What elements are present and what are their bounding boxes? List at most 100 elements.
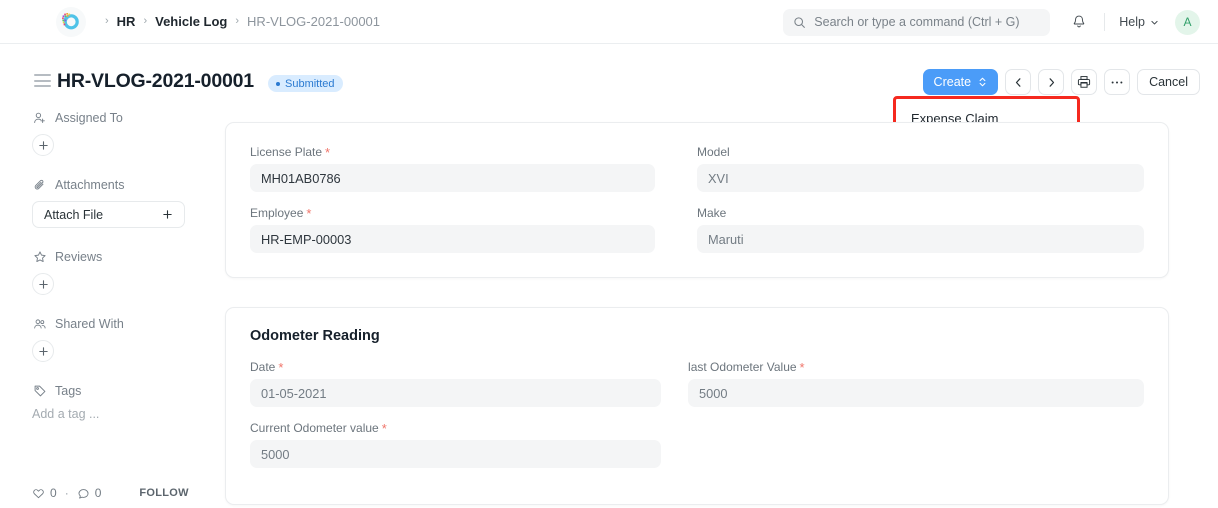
sidebar-label-tags: Tags [55, 383, 82, 398]
comment-count: 0 [94, 486, 102, 500]
add-share-button[interactable] [32, 340, 54, 362]
search-icon [793, 16, 806, 29]
like-count: 0 [50, 486, 57, 500]
heart-icon[interactable] [32, 487, 45, 500]
license-plate-input[interactable]: MH01AB0786 [250, 164, 655, 192]
prev-document-button[interactable] [1005, 69, 1032, 95]
frappe-logo[interactable] [56, 6, 86, 37]
field-grid: License Plate * MH01AB0786 Employee * HR… [250, 145, 1144, 267]
add-review-button[interactable] [32, 273, 54, 295]
cancel-button[interactable]: Cancel [1137, 69, 1200, 95]
plus-icon [162, 209, 173, 220]
footer-separator: · [64, 486, 69, 500]
label-text: Date [250, 360, 276, 374]
action-buttons: Create Cancel [922, 69, 1200, 95]
field-column-left: Date * 01-05-2021 Current Odometer value… [250, 360, 688, 482]
field-column-right: last Odometer Value * 5000 [688, 360, 1144, 482]
label-text: License Plate [250, 145, 323, 159]
sidebar: Assigned To Attachments Attach File Revi… [0, 110, 212, 500]
make-input[interactable]: Maruti [697, 225, 1144, 253]
page-title: HR-VLOG-2021-00001 [57, 70, 254, 92]
field-model: Model XVI [697, 145, 1144, 192]
form-area: License Plate * MH01AB0786 Employee * HR… [225, 122, 1169, 505]
field-make: Make Maruti [697, 206, 1144, 253]
field-label: Model [697, 145, 1144, 159]
print-button[interactable] [1071, 69, 1098, 95]
model-input[interactable]: XVI [697, 164, 1144, 192]
breadcrumb: › HR › Vehicle Log › HR-VLOG-2021-00001 [97, 14, 380, 29]
sidebar-section-attachments: Attachments Attach File [0, 177, 212, 228]
field-column-left: License Plate * MH01AB0786 Employee * HR… [250, 145, 697, 267]
sidebar-heading: Shared With [32, 316, 212, 331]
last-odometer-value-input[interactable]: 5000 [688, 379, 1144, 407]
label-text: last Odometer Value [688, 360, 797, 374]
add-assignment-button[interactable] [32, 134, 54, 156]
status-dot [276, 81, 280, 86]
shared-users-icon [32, 316, 47, 331]
required-asterisk: * [306, 205, 312, 221]
bell-icon[interactable] [1068, 11, 1090, 33]
follow-button[interactable]: FOLLOW [139, 487, 188, 499]
field-employee: Employee * HR-EMP-00003 [250, 206, 655, 253]
navbar-right: Search or type a command (Ctrl + G) Help… [783, 0, 1218, 44]
star-icon [32, 249, 47, 264]
add-tag-input[interactable]: Add a tag ... [32, 407, 212, 421]
sidebar-section-tags: Tags Add a tag ... [0, 383, 212, 422]
status-label: Submitted [285, 77, 335, 90]
attach-file-label: Attach File [44, 207, 104, 222]
breadcrumb-item-hr[interactable]: HR [117, 14, 136, 29]
employee-input[interactable]: HR-EMP-00003 [250, 225, 655, 253]
breadcrumb-separator: › [143, 15, 148, 27]
navbar-left: › HR › Vehicle Log › HR-VLOG-2021-00001 [0, 6, 380, 37]
field-grid: Date * 01-05-2021 Current Odometer value… [250, 360, 1144, 482]
printer-icon [1077, 75, 1091, 89]
field-current-odometer-value: Current Odometer value * 5000 [250, 420, 662, 468]
field-label: Date * [250, 360, 661, 374]
sidebar-heading: Tags [32, 383, 212, 398]
comment-icon[interactable] [77, 487, 90, 500]
attach-file-button[interactable]: Attach File [32, 201, 185, 228]
create-button[interactable]: Create [922, 69, 999, 95]
avatar[interactable]: A [1175, 9, 1200, 35]
select-chevron-icon [978, 76, 987, 88]
help-menu[interactable]: Help [1119, 15, 1159, 29]
required-asterisk: * [278, 359, 284, 375]
sidebar-label-shared-with: Shared With [55, 316, 124, 331]
field-label: Make [697, 206, 1144, 220]
field-license-plate: License Plate * MH01AB0786 [250, 145, 655, 192]
breadcrumb-separator: › [235, 15, 240, 27]
current-odometer-value-input[interactable]: 5000 [250, 440, 662, 468]
app-page: › HR › Vehicle Log › HR-VLOG-2021-00001 … [0, 0, 1218, 508]
status-badge: Submitted [268, 75, 343, 92]
search-input[interactable]: Search or type a command (Ctrl + G) [783, 8, 1051, 36]
date-input[interactable]: 01-05-2021 [250, 379, 662, 407]
required-asterisk: * [799, 359, 805, 375]
next-document-button[interactable] [1038, 69, 1065, 95]
field-label: last Odometer Value * [688, 360, 1144, 374]
paperclip-icon [32, 177, 47, 192]
label-text: Employee [250, 206, 304, 220]
section-title-odometer: Odometer Reading [250, 328, 380, 344]
ellipsis-icon [1110, 80, 1124, 85]
sidebar-section-shared-with: Shared With [0, 316, 212, 362]
required-asterisk: * [381, 420, 387, 436]
sidebar-heading: Assigned To [32, 110, 212, 125]
label-text: Model [697, 145, 730, 159]
sidebar-heading: Attachments [32, 177, 212, 192]
assign-user-icon [32, 110, 47, 125]
create-button-label: Create [933, 75, 972, 89]
help-label: Help [1119, 15, 1145, 29]
more-options-button[interactable] [1104, 69, 1131, 95]
breadcrumb-item-vehicle-log[interactable]: Vehicle Log [155, 14, 227, 29]
sidebar-label-reviews: Reviews [55, 249, 103, 264]
label-text: Current Odometer value [250, 421, 379, 435]
field-label: Employee * [250, 206, 655, 220]
sidebar-toggle-icon[interactable] [34, 74, 51, 87]
cancel-button-label: Cancel [1149, 75, 1188, 89]
search-placeholder: Search or type a command (Ctrl + G) [814, 15, 1020, 29]
field-date: Date * 01-05-2021 [250, 360, 662, 407]
chevron-right-icon [1046, 77, 1057, 88]
sidebar-footer: 0 · 0 FOLLOW [32, 486, 189, 500]
tag-icon [32, 383, 47, 398]
field-last-odometer-value: last Odometer Value * 5000 [688, 360, 1144, 407]
